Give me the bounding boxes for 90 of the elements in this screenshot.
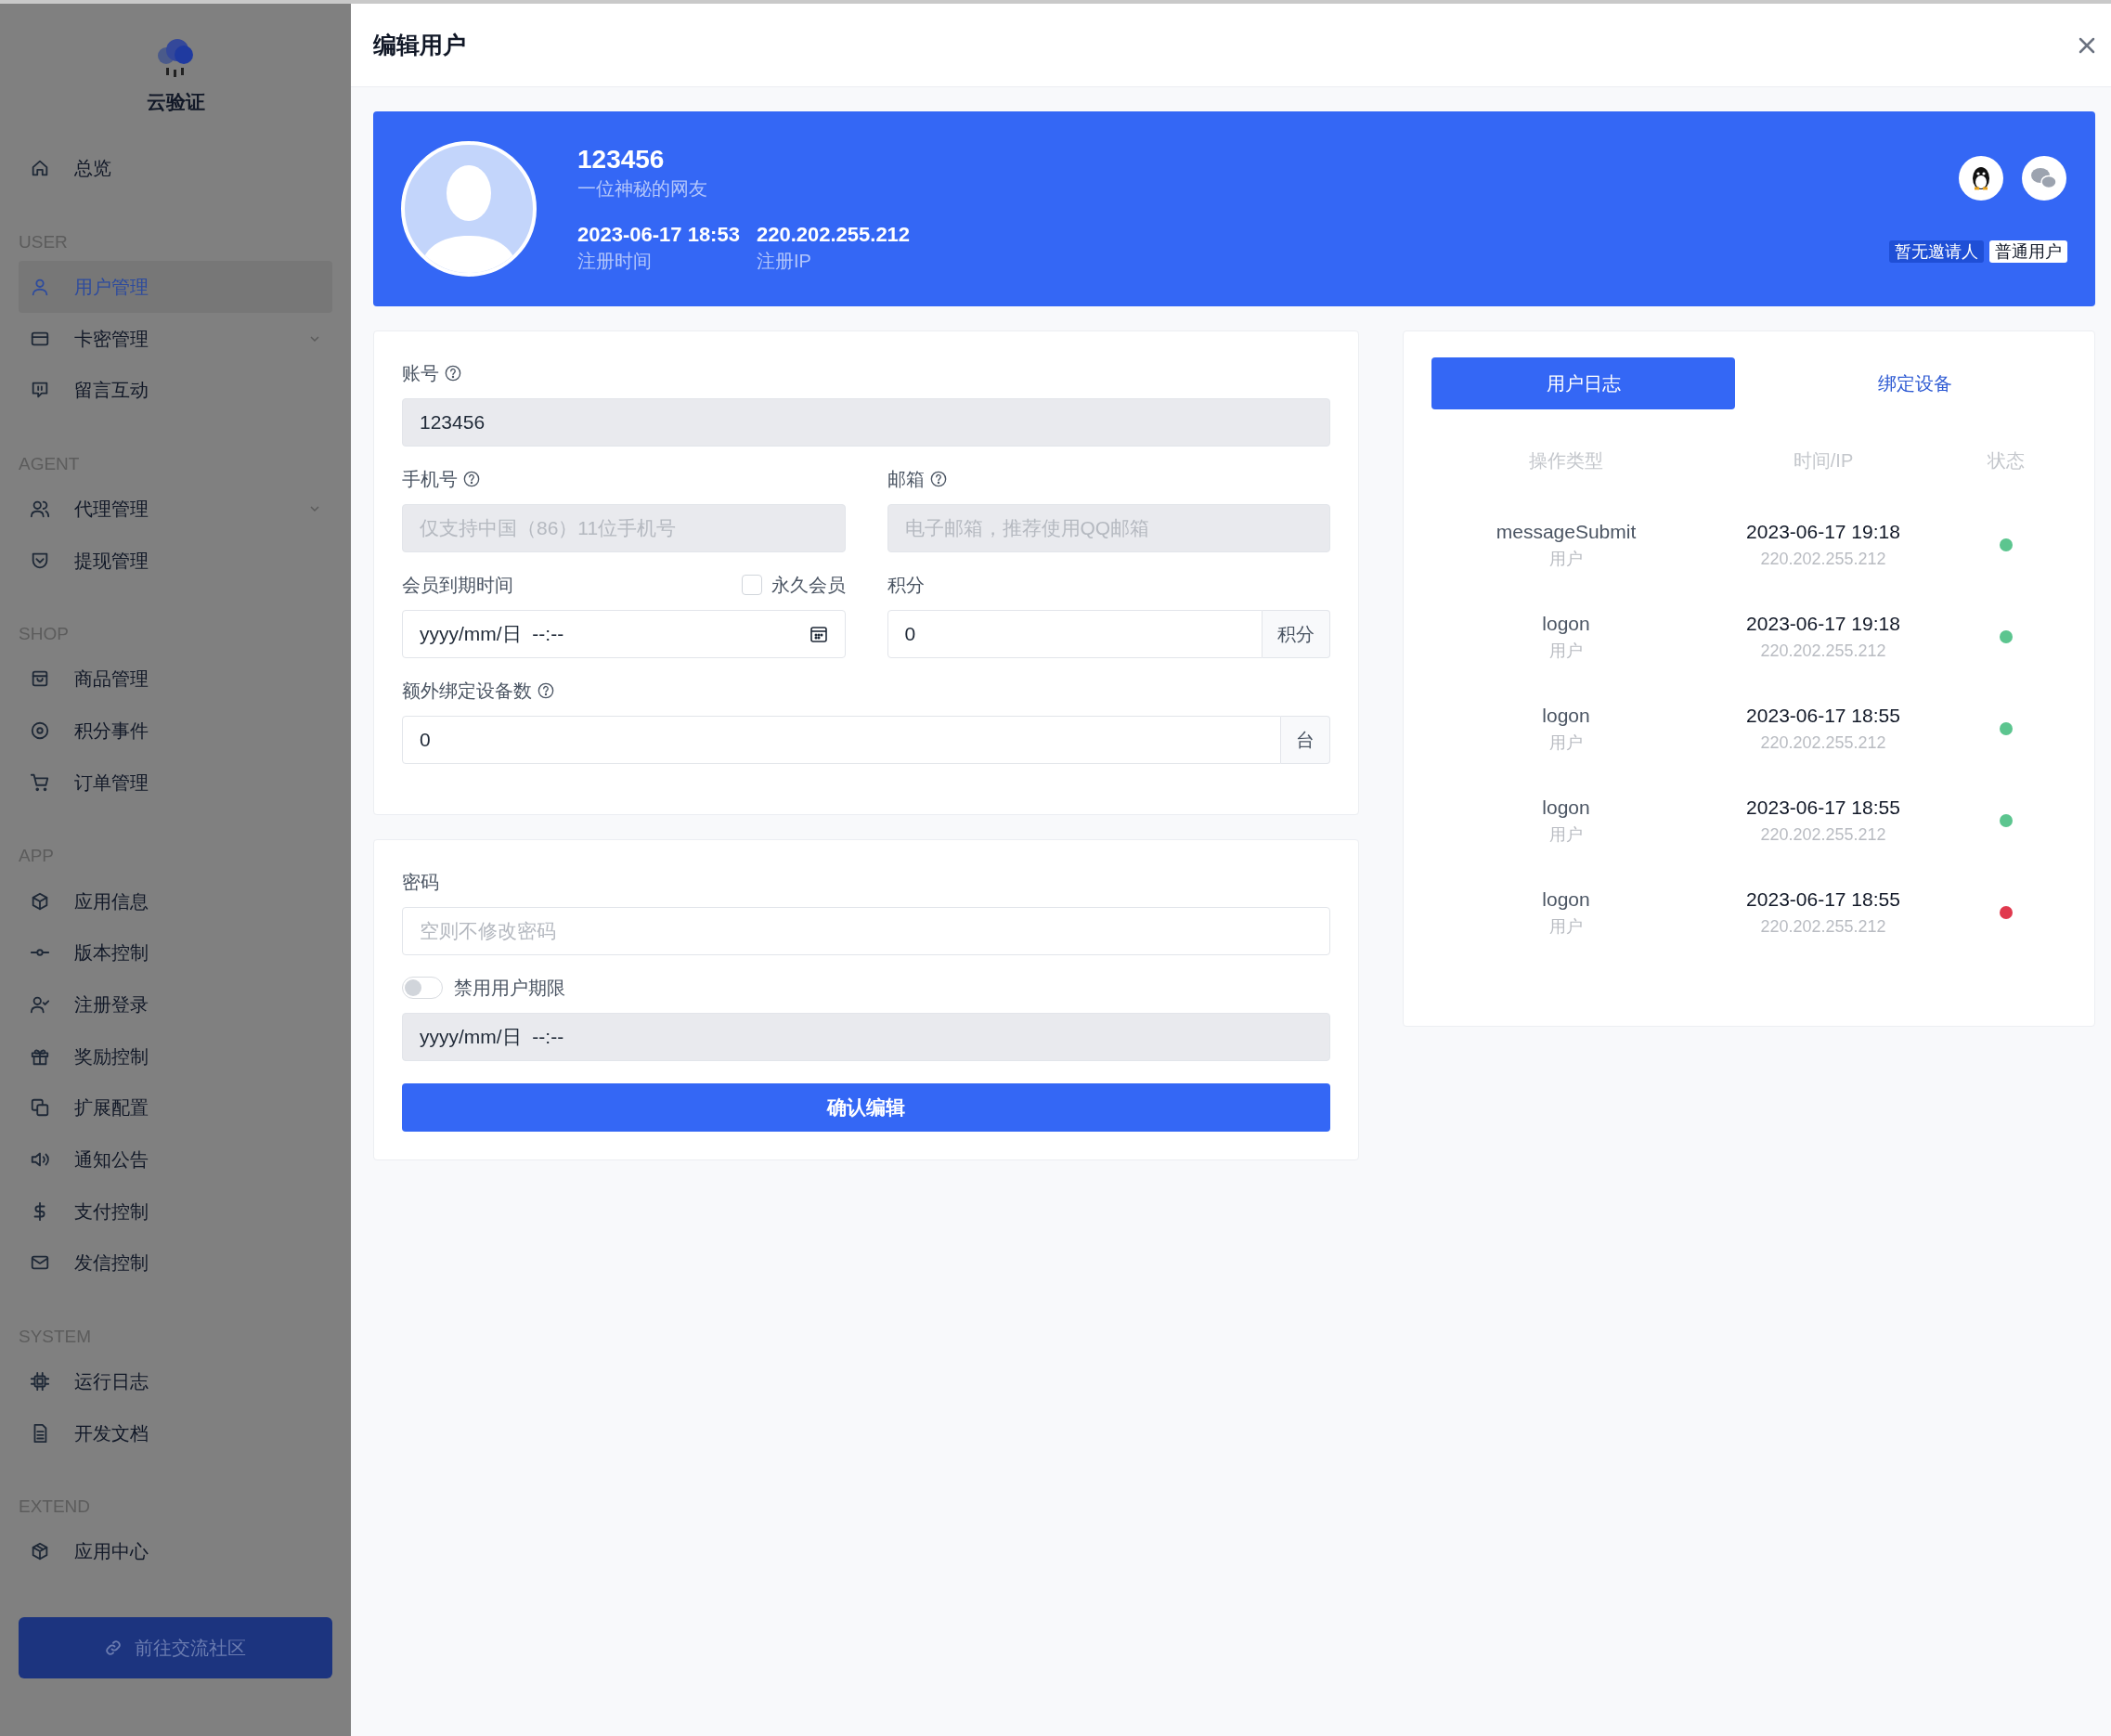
link-icon — [105, 1639, 122, 1656]
sidebar-item[interactable]: 开发文档 — [19, 1406, 332, 1459]
user-icon — [30, 277, 50, 298]
actor-label: 用户 — [1549, 915, 1583, 938]
users-icon — [30, 499, 50, 520]
cart-icon — [30, 771, 50, 793]
log-ip: 220.202.255.212 — [1760, 823, 1886, 846]
nickname: 一位神秘的网友 — [577, 177, 708, 201]
field-label: 邮箱 — [887, 468, 925, 491]
actor-label: 用户 — [1549, 548, 1583, 570]
checkbox[interactable] — [741, 575, 762, 595]
chip-icon — [30, 1371, 50, 1393]
action-type: logon — [1542, 703, 1590, 728]
log-time: 2023-06-17 19:18 — [1746, 519, 1900, 544]
sidebar-item[interactable]: 奖励控制 — [19, 1030, 332, 1082]
submit-button[interactable]: 确认编辑 — [402, 1083, 1330, 1132]
help-icon[interactable] — [463, 471, 480, 487]
sidebar-item[interactable]: 支付控制 — [19, 1185, 332, 1237]
copy-icon — [30, 1097, 50, 1119]
cube-icon — [30, 890, 50, 912]
chat-bubbles-icon[interactable] — [2021, 155, 2067, 201]
close-icon[interactable] — [2079, 36, 2095, 54]
registration-time: 2023-06-17 18:53 — [577, 222, 740, 248]
package-icon — [30, 1541, 50, 1562]
log-time: 2023-06-17 18:55 — [1746, 795, 1900, 820]
actor-label: 用户 — [1549, 823, 1583, 846]
field-label: 手机号 — [402, 468, 458, 491]
sidebar-item[interactable]: 总览 — [19, 142, 332, 195]
username: 123456 — [577, 144, 666, 175]
sidebar-item[interactable]: 通知公告 — [19, 1134, 332, 1185]
toggle-label: 禁用用户期限 — [454, 977, 565, 1000]
input-field[interactable]: 0 — [887, 610, 1263, 658]
log-ip: 220.202.255.212 — [1760, 548, 1886, 570]
help-icon[interactable] — [445, 365, 461, 382]
penguin-icon[interactable] — [1958, 155, 2004, 201]
drawer-title: 编辑用户 — [373, 30, 466, 59]
sidebar-item[interactable]: 积分事件 — [19, 705, 332, 757]
field-label: 密码 — [402, 871, 439, 894]
sidebar-item[interactable]: 扩展配置 — [19, 1082, 332, 1134]
column-header: 时间/IP — [1792, 449, 1855, 473]
help-icon[interactable] — [929, 471, 947, 487]
action-type: logon — [1542, 887, 1590, 912]
field-label: 积分 — [887, 574, 925, 597]
input-field[interactable]: 0 — [402, 716, 1281, 764]
password-field[interactable]: 空则不修改密码 — [402, 907, 1330, 955]
action-type: logon — [1542, 611, 1590, 636]
date-field[interactable]: yyyy/mm/日 --:-- — [402, 1013, 1330, 1061]
target-icon — [30, 720, 50, 742]
sidebar-item[interactable]: 注册登录 — [19, 978, 332, 1030]
sidebar-item[interactable]: 运行日志 — [19, 1355, 332, 1407]
sidebar-item[interactable]: 应用信息 — [19, 874, 332, 927]
sidebar-item[interactable]: 版本控制 — [19, 926, 332, 979]
actor-label: 用户 — [1549, 640, 1583, 662]
action-type: logon — [1542, 795, 1590, 820]
checkbox-label: 永久会员 — [771, 574, 846, 597]
sidebar-item[interactable]: 卡密管理 — [19, 312, 332, 365]
sidebar-item[interactable]: 商品管理 — [19, 653, 332, 706]
log-time: 2023-06-17 18:55 — [1746, 703, 1900, 728]
column-header: 操作类型 — [1528, 449, 1604, 473]
community-button[interactable]: 前往交流社区 — [19, 1617, 332, 1678]
sidebar-item[interactable]: 订单管理 — [19, 757, 332, 809]
action-type: messageSubmit — [1496, 519, 1637, 544]
log-ip: 220.202.255.212 — [1760, 732, 1886, 754]
sidebar-item[interactable]: 留言互动 — [19, 364, 332, 417]
unit-label: 台 — [1281, 716, 1330, 764]
log-ip: 220.202.255.212 — [1760, 915, 1886, 938]
tag: 暂无邀请人 — [1889, 240, 1984, 263]
log-time: 2023-06-17 19:18 — [1746, 611, 1900, 636]
stat-label: 注册IP — [756, 250, 812, 273]
stat-label: 注册时间 — [577, 250, 653, 273]
date-field[interactable]: yyyy/mm/日 --:-- — [402, 610, 846, 658]
sidebar-item[interactable]: 代理管理 — [19, 483, 332, 535]
tab[interactable]: 用户日志 — [1431, 357, 1735, 409]
sidebar-item[interactable]: 发信控制 — [19, 1237, 332, 1289]
actor-label: 用户 — [1549, 732, 1583, 754]
field-label: 账号 — [402, 362, 439, 385]
app-name: 云验证 — [146, 90, 205, 114]
field-label: 会员到期时间 — [402, 574, 513, 597]
log-time: 2023-06-17 18:55 — [1746, 887, 1900, 912]
sidebar-item[interactable]: 应用中心 — [19, 1525, 332, 1578]
toggle-switch[interactable] — [402, 977, 443, 999]
calendar-icon[interactable] — [809, 625, 828, 643]
log-ip: 220.202.255.212 — [1760, 640, 1886, 662]
unit-label: 积分 — [1263, 610, 1330, 658]
sidebar-item[interactable]: 提现管理 — [19, 534, 332, 587]
column-header: 状态 — [1987, 449, 2026, 473]
tag: 普通用户 — [1989, 240, 2067, 263]
help-icon[interactable] — [537, 682, 554, 699]
registration-ip: 220.202.255.212 — [756, 222, 911, 248]
field-label: 额外绑定设备数 — [402, 680, 532, 703]
